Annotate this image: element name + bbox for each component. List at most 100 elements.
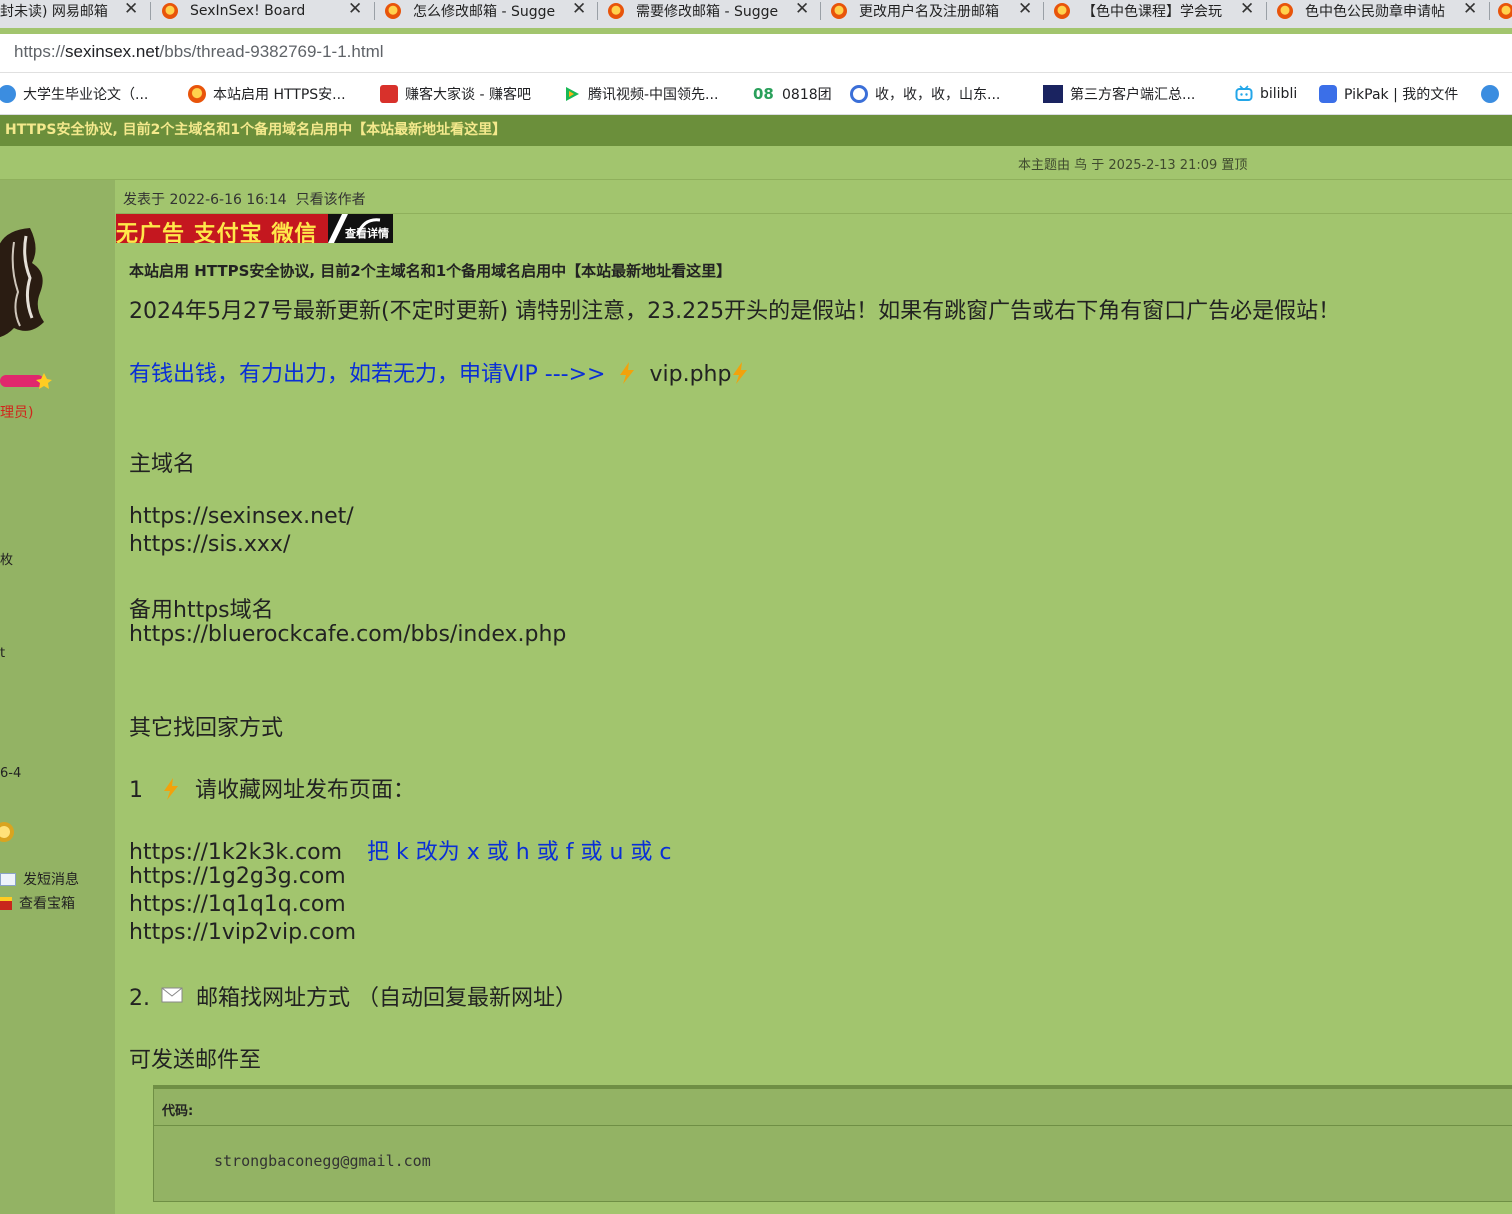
site-favicon-icon (1054, 3, 1070, 19)
site-favicon-icon (162, 3, 178, 19)
globe-icon (1481, 85, 1499, 103)
author-stat-fragment: 枚 (0, 553, 14, 568)
dark-thumb-icon (1043, 85, 1063, 103)
tab-title: 【色中色课程】学会玩 (1082, 4, 1222, 20)
bilibili-icon (1235, 85, 1253, 101)
site-notice-bar: HTTPS安全协议, 目前2个主域名和1个备用域名启用中【本站最新地址看这里】 (0, 115, 1512, 146)
post-meta: 发表于 2022-6-16 16:14 只看该作者 (123, 189, 366, 209)
view-treasure-link[interactable]: 查看宝箱 (0, 893, 75, 913)
site-favicon-icon (608, 3, 624, 19)
bookmark-tencent-video[interactable]: 腾讯视频-中国领先... (563, 84, 718, 104)
tab-title: 封未读) 网易邮箱 (0, 4, 108, 20)
tab-netease-mail[interactable]: 封未读) 网易邮箱 ✕ (0, 0, 140, 22)
tab-medal[interactable]: 色中色公民勋章申请帖 ✕ (1277, 0, 1487, 22)
swirl-icon (850, 85, 868, 103)
post-date: 发表于 2022-6-16 16:14 (123, 192, 287, 208)
bookmark-label: PikPak | 我的文件 (1344, 87, 1459, 103)
tab-title: 怎么修改邮箱 - Sugge (413, 4, 556, 20)
bookmark-label: 大学生毕业论文（... (23, 87, 149, 103)
author-role: 理员) (0, 405, 34, 421)
tab-close-icon[interactable]: ✕ (1018, 0, 1032, 19)
author-stat-fragment: t (0, 646, 6, 661)
message-icon (0, 872, 16, 886)
tab-course[interactable]: 【色中色课程】学会玩 ✕ (1054, 0, 1264, 22)
code-block: 代码: strongbaconegg@gmail.com (153, 1085, 1512, 1202)
thread-info-bar: 本主题由 鸟 于 2025-2-13 21:09 置顶 (0, 146, 1512, 180)
author-only-link[interactable]: 只看该作者 (296, 192, 366, 208)
envelope-icon (161, 987, 183, 1003)
tab-close-icon[interactable]: ✕ (124, 0, 138, 19)
publish-url-link[interactable]: https://1vip2vip.com (129, 920, 356, 945)
bookmark-label: 腾讯视频-中国领先... (588, 87, 719, 103)
tab-overflow[interactable] (1498, 0, 1512, 22)
ad-details-tag: 查看详情 (328, 214, 393, 243)
bookmark-third-party-clients[interactable]: 第三方客户端汇总... (1043, 84, 1195, 104)
ad-details-label: 查看详情 (345, 227, 389, 240)
other-ways-heading: 其它找回家方式 (129, 716, 284, 741)
bookmark-label: 0818团 (782, 87, 832, 103)
tab-sexinsex-board[interactable]: SexInSex! Board ✕ (162, 0, 372, 22)
tab-separator (374, 2, 375, 20)
tab-separator (1489, 2, 1490, 20)
url-path: /bbs/thread-9382769-1-1.html (159, 42, 384, 61)
site-favicon-icon (1277, 3, 1293, 19)
url-text[interactable]: https://sexinsex.net/bbs/thread-9382769-… (14, 42, 384, 62)
post-title: 本站启用 HTTPS安全协议, 目前2个主域名和1个备用域名启用中【本站最新地址… (129, 262, 732, 280)
tab-change-email-suggest[interactable]: 怎么修改邮箱 - Sugge ✕ (385, 0, 595, 22)
tab-close-icon[interactable]: ✕ (348, 0, 362, 19)
bookmark-bilibili[interactable]: bilibli (1235, 84, 1297, 104)
send-message-link[interactable]: 发短消息 (0, 869, 79, 889)
bookmark-zhuanke[interactable]: 赚客大家谈 - 赚客吧 (380, 84, 531, 104)
bookmark-pikpak[interactable]: PikPak | 我的文件 (1319, 84, 1458, 104)
method-text: 请收藏网址发布页面： (195, 778, 416, 803)
method-text: 邮箱找网址方式 （自动回复最新网址） (196, 986, 577, 1011)
author-sidebar: 理员) 枚 t 6-4 发短消息 查看宝箱 (0, 180, 116, 1214)
vip-php-link[interactable]: vip.php (649, 362, 731, 387)
bookmark-https-notice[interactable]: 本站启用 HTTPS安... (188, 84, 346, 104)
site-notice-text[interactable]: HTTPS安全协议, 目前2个主域名和1个备用域名启用中【本站最新地址看这里】 (5, 119, 506, 139)
bookmark-label: 收，收，收，山东... (875, 87, 1001, 103)
mail-to-label: 可发送邮件至 (129, 1048, 262, 1073)
bookmark-thesis[interactable]: 大学生毕业论文（... (0, 84, 148, 104)
code-label: 代码: (162, 1104, 194, 1119)
site-favicon-icon (385, 3, 401, 19)
avatar[interactable] (0, 218, 50, 353)
lightning-icon (733, 362, 748, 384)
ad-banner[interactable]: 无广告 支付宝 微信 查看详情 (116, 214, 393, 243)
bookmark-0818tuan[interactable]: 08 0818团 (753, 84, 832, 104)
main-domain-heading: 主域名 (129, 452, 196, 477)
main-domain-link[interactable]: https://sis.xxx/ (129, 532, 290, 557)
publish-url-link[interactable]: https://1q1q1q.com (129, 892, 346, 917)
tab-close-icon[interactable]: ✕ (572, 0, 586, 19)
bookmark-shandong[interactable]: 收，收，收，山东... (850, 84, 1000, 104)
pikpak-icon (1319, 85, 1337, 103)
author-stat-fragment: 6-4 (0, 766, 22, 781)
vip-line: 有钱出钱，有力出力，如若无力，申请VIP --->> vip.php (129, 356, 749, 388)
tab-separator (820, 2, 821, 20)
publish-url-row: https://1k2k3k.com 把 k 改为 x 或 h 或 f 或 u … (129, 834, 671, 866)
publish-url-link[interactable]: https://1k2k3k.com (129, 840, 342, 865)
publish-url-link[interactable]: https://1g2g3g.com (129, 864, 346, 889)
site-favicon-icon (1498, 3, 1512, 19)
bookmark-label: 本站启用 HTTPS安... (213, 87, 346, 103)
main-domain-link[interactable]: https://sexinsex.net/ (129, 504, 354, 529)
tab-change-username[interactable]: 更改用户名及注册邮箱 ✕ (831, 0, 1041, 22)
tab-close-icon[interactable]: ✕ (1463, 0, 1477, 19)
bookmarks-bar: 大学生毕业论文（... 本站启用 HTTPS安... 赚客大家谈 - 赚客吧 腾… (0, 73, 1512, 115)
vip-appeal-link[interactable]: 有钱出钱，有力出力，如若无力，申请VIP --->> (129, 362, 605, 387)
tab-title: 需要修改邮箱 - Sugge (636, 4, 779, 20)
tab-close-icon[interactable]: ✕ (1240, 0, 1254, 19)
medal-icon (0, 822, 14, 842)
ad-banner-text: 无广告 支付宝 微信 (116, 222, 318, 243)
bookmark-overflow[interactable] (1481, 84, 1506, 104)
backup-domain-link[interactable]: https://bluerockcafe.com/bbs/index.php (129, 622, 566, 647)
tab-need-change-email[interactable]: 需要修改邮箱 - Sugge ✕ (608, 0, 818, 22)
tab-title: 更改用户名及注册邮箱 (859, 4, 999, 20)
email-address[interactable]: strongbaconegg@gmail.com (214, 1152, 431, 1170)
treasure-box-icon (0, 896, 12, 910)
bookmark-label: bilibli (1260, 86, 1298, 102)
address-bar[interactable]: https://sexinsex.net/bbs/thread-9382769-… (0, 34, 1512, 73)
url-host: sexinsex.net (65, 42, 160, 61)
tab-close-icon[interactable]: ✕ (795, 0, 809, 19)
url-prefix: https:// (14, 42, 66, 61)
